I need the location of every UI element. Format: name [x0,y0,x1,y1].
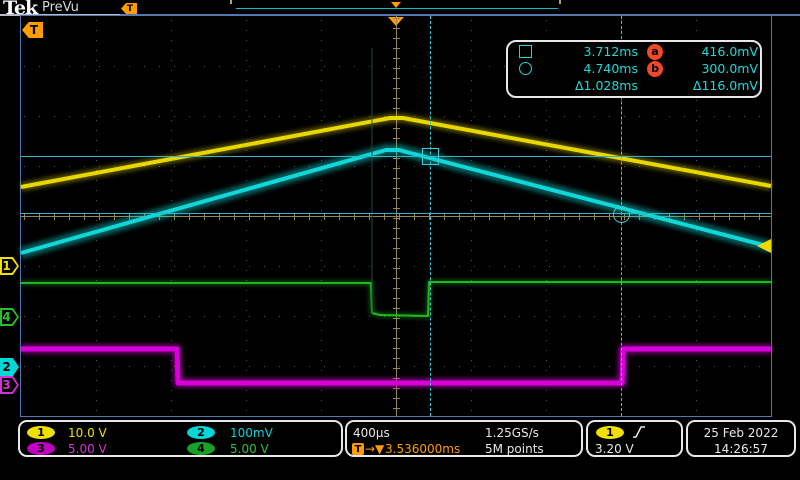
channel-4-scale: 5.00 V [230,442,269,456]
cursor-delta-time: Δ1.028ms [540,78,638,93]
channel-3-marker-label: 3 [0,378,13,392]
cursor-b-amplitude: 300.0mV [672,61,758,76]
oscilloscope-screen: Tek PreVu T T 1 4 2 3 3.712ms a 41 [0,0,800,480]
rising-edge-slope-icon [632,425,646,440]
cursor-b-circle-icon [519,62,532,75]
channel-4-marker-label: 4 [0,310,13,324]
cursor-b-badge: b [647,61,663,77]
channel-2-badge: 2 [187,426,215,439]
channel-2-marker-label: 2 [0,360,13,374]
cursor-readout-box: 3.712ms a 416.0mV 4.740ms b 300.0mV Δ1.0… [506,40,762,98]
cursor-a-square-icon [519,45,532,58]
sample-rate: 1.25GS/s [485,426,539,440]
trigger-readout: 1 3.20 V [586,420,683,457]
channel-3-badge: 3 [27,442,55,455]
channel-scales-readout: 1 10.0 V 2 100mV 3 5.00 V 4 5.00 V [18,420,343,457]
channel-2-scale: 100mV [230,426,273,440]
trigger-delay-arrows-icon: →▼ [365,442,384,456]
amplitude-cursor-a[interactable] [21,156,771,157]
channel-1-marker-label: 1 [0,259,13,273]
record-length: 5M points [485,442,544,456]
trigger-delay-t-icon: T [352,443,364,455]
channel-1-scale: 10.0 V [68,426,107,440]
cursor-a-amplitude: 416.0mV [672,44,758,59]
horizontal-readout: 400µs 1.25GS/s T →▼ 3.536000ms 5M points [345,420,583,457]
amplitude-cursor-b[interactable] [21,213,771,214]
cursor-a-badge: a [647,44,663,60]
trigger-source-badge: 1 [596,426,624,439]
channel-1-badge: 1 [27,426,55,439]
time-label: 14:26:57 [688,442,794,456]
cursor-a-time: 3.712ms [540,44,638,59]
time-cursor-a[interactable] [430,16,431,416]
cursor-a-square-marker[interactable] [422,148,439,165]
horizontal-scale: 400µs [353,426,390,440]
cursor-delta-amplitude: Δ116.0mV [672,78,758,93]
trigger-delay-value: 3.536000ms [385,442,460,456]
cursor-b-time: 4.740ms [540,61,638,76]
channel-4-badge: 4 [187,442,215,455]
datetime-readout: 25 Feb 2022 14:26:57 [686,420,796,457]
cursor-b-circle-marker[interactable] [613,206,630,223]
trigger-level: 3.20 V [595,442,634,456]
date-label: 25 Feb 2022 [688,426,794,440]
channel-3-scale: 5.00 V [68,442,107,456]
